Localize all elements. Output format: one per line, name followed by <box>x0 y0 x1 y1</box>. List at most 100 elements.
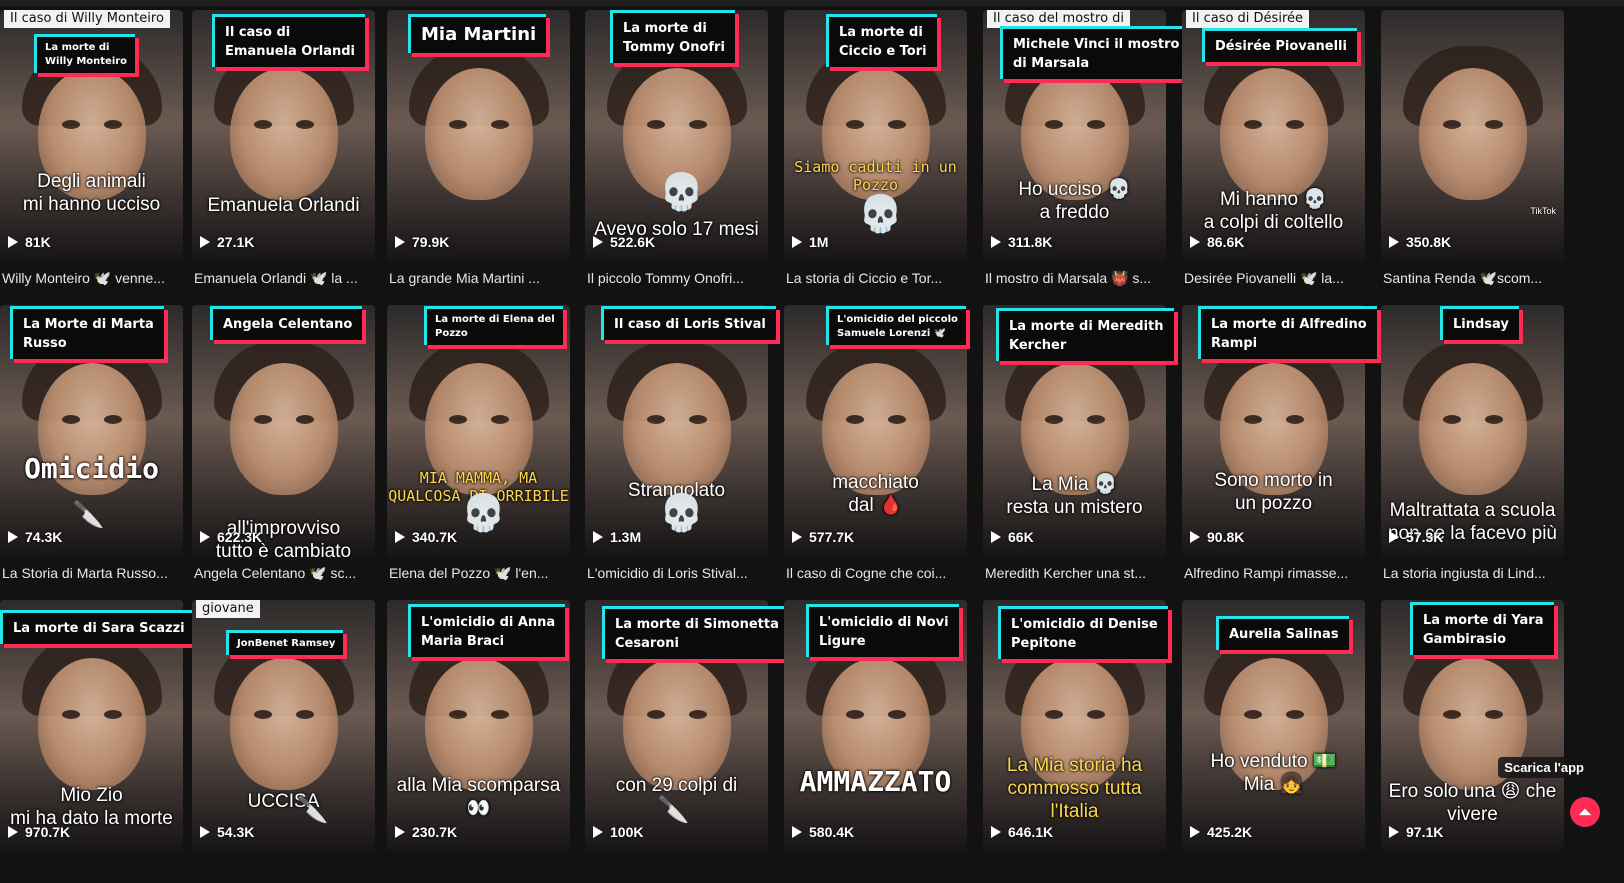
download-app-button[interactable]: Scarica l'app <box>1498 757 1590 778</box>
video-title-caption: JonBenet Ramsey <box>226 630 344 655</box>
caption-top-label: Il caso di Désirée <box>1186 10 1309 28</box>
video-description[interactable]: Il mostro di Marsala 👹 s... <box>985 270 1166 287</box>
overlay-text: macchiato dal 🩸 <box>832 472 919 516</box>
video-description[interactable]: Meredith Kercher una st... <box>985 565 1166 581</box>
view-count-value: 79.9K <box>412 234 450 250</box>
video-description[interactable]: Desirée Piovanelli 🕊️ la... <box>1184 270 1365 287</box>
view-count: 79.9K <box>395 232 449 252</box>
play-icon <box>1389 236 1399 248</box>
video-description[interactable]: Elena del Pozzo 🕊️ l'en... <box>389 565 570 582</box>
portrait-face <box>425 68 533 200</box>
view-count: 74.3K <box>8 527 62 547</box>
video-card[interactable]: TikTok 350.8K Santina Renda 🕊️scom... <box>1381 10 1564 293</box>
view-count-value: 646.1K <box>1008 824 1054 840</box>
video-title-caption: Désirée Piovanelli <box>1202 28 1357 62</box>
overlay-text: AMMAZZATO <box>799 765 952 798</box>
portrait-face <box>230 68 338 200</box>
view-count: 90.8K <box>1190 527 1244 547</box>
portrait-face <box>230 658 338 790</box>
overlay-text: La Mia storia ha commosso tutta l'Italia <box>1006 755 1143 822</box>
play-icon <box>991 236 1001 248</box>
portrait-face <box>1419 68 1527 200</box>
view-count-value: 1M <box>809 234 829 250</box>
view-count: 230.7K <box>395 822 457 842</box>
video-description[interactable]: Emanuela Orlandi 🕊️ la ... <box>194 270 375 287</box>
video-title-caption: Il caso di Emanuela Orlandi <box>212 14 365 67</box>
arrow-up-icon: ⏶ <box>1577 801 1593 822</box>
top-divider <box>0 0 1624 6</box>
video-title-caption: La morte di Elena del Pozzo <box>424 306 563 345</box>
overlay-text: Ero solo una 😩 che vivere <box>1388 781 1557 825</box>
view-count-value: 97.1K <box>1406 824 1444 840</box>
video-thumbnail[interactable]: all'improvviso tutto è cambiato 622.3K <box>192 305 375 557</box>
video-card[interactable]: macchiato dal 🩸 577.7K Il caso di Cogne ch… <box>784 305 967 588</box>
view-count: 425.2K <box>1190 822 1252 842</box>
play-icon <box>395 236 405 248</box>
scroll-top-button[interactable]: ⏶ <box>1570 797 1600 827</box>
video-description[interactable]: La storia di Ciccio e Tor... <box>786 270 967 286</box>
video-description[interactable]: Il caso di Cogne che coi... <box>786 565 967 581</box>
caption-top-label: Il caso di Willy Monteiro <box>4 10 170 28</box>
video-thumbnail[interactable]: Maltrattata a scuola non ce la facevo pi… <box>1381 305 1564 557</box>
play-icon <box>200 531 210 543</box>
portrait-face <box>623 658 731 790</box>
video-description[interactable]: Il piccolo Tommy Onofri... <box>587 270 768 286</box>
view-count: 522.6K <box>593 232 655 252</box>
view-count-value: 970.7K <box>25 824 71 840</box>
view-count: 622.3K <box>200 527 262 547</box>
video-description[interactable]: La grande Mia Martini ... <box>389 270 570 286</box>
play-icon <box>200 826 210 838</box>
video-title-caption: La Morte di Marta Russo <box>10 306 164 359</box>
view-count-value: 580.4K <box>809 824 855 840</box>
view-count: 1.3M <box>593 527 641 547</box>
video-card[interactable]: Maltrattata a scuola non ce la facevo pi… <box>1381 305 1564 588</box>
portrait-face <box>1419 363 1527 495</box>
play-icon <box>991 826 1001 838</box>
video-description[interactable]: Alfredino Rampi rimasse... <box>1184 565 1365 581</box>
caption-top-label: giovane <box>196 600 260 618</box>
play-icon <box>395 531 405 543</box>
view-count: 81K <box>8 232 51 252</box>
overlay-text: Omicidio <box>24 452 159 485</box>
play-icon <box>792 531 802 543</box>
view-count-value: 425.2K <box>1207 824 1253 840</box>
view-count: 311.8K <box>991 232 1052 252</box>
video-title-caption: L'omicidio di Novi Ligure <box>806 604 959 657</box>
video-card[interactable]: MIA MAMMA, MA QUALCOSA DI ORRIBILE È 💀 340… <box>387 305 570 588</box>
video-description[interactable]: La storia ingiusta di Lind... <box>1383 565 1564 581</box>
view-count: 57.3K <box>1389 527 1443 547</box>
video-description[interactable]: La Storia di Marta Russo... <box>2 565 183 581</box>
portrait-face <box>38 658 146 790</box>
play-icon <box>1190 236 1200 248</box>
view-count: 86.6K <box>1190 232 1244 252</box>
view-count-value: 66K <box>1008 529 1034 545</box>
video-title-caption: Il caso di Loris Stival <box>601 306 776 340</box>
view-count-value: 1.3M <box>610 529 642 545</box>
view-count-value: 340.7K <box>412 529 458 545</box>
tiktok-watermark: TikTok <box>1530 206 1556 216</box>
view-count-value: 54.3K <box>217 824 255 840</box>
video-description[interactable]: Angela Celentano 🕊️ sc... <box>194 565 375 582</box>
play-icon <box>1190 826 1200 838</box>
video-description[interactable]: L'omicidio di Loris Stival... <box>587 565 768 581</box>
video-card[interactable]: Strangolato 💀 1.3M L'omicidio di Loris Stiv… <box>585 305 768 588</box>
video-description[interactable]: Santina Renda 🕊️scom... <box>1383 270 1564 287</box>
video-thumbnail[interactable]: TikTok 350.8K <box>1381 10 1564 262</box>
portrait-face <box>425 658 533 790</box>
overlay-text: UCCISA <box>247 791 320 812</box>
video-card[interactable]: all'improvviso tutto è cambiato 622.3K Ang… <box>192 305 375 588</box>
overlay-text: Siamo caduti in un Pozzo <box>794 158 957 194</box>
video-title-caption: La morte di Simonetta Cesaroni <box>602 606 789 659</box>
video-description[interactable]: Willy Monteiro 🕊️ venne... <box>2 270 183 287</box>
play-icon <box>395 826 405 838</box>
video-thumbnail[interactable]: Strangolato 💀 1.3M <box>585 305 768 557</box>
view-count: 100K <box>593 822 643 842</box>
video-title-caption: Lindsay <box>1440 306 1519 340</box>
video-title-caption: La morte di Tommy Onofri <box>610 10 735 63</box>
view-count-value: 86.6K <box>1207 234 1245 250</box>
view-count-value: 311.8K <box>1008 234 1053 250</box>
knife-icon: 🔪 <box>72 499 105 529</box>
overlay-text: Emanuela Orlandi <box>207 195 360 216</box>
view-count-value: 350.8K <box>1406 234 1452 250</box>
skull-icon: 💀 <box>659 492 704 533</box>
